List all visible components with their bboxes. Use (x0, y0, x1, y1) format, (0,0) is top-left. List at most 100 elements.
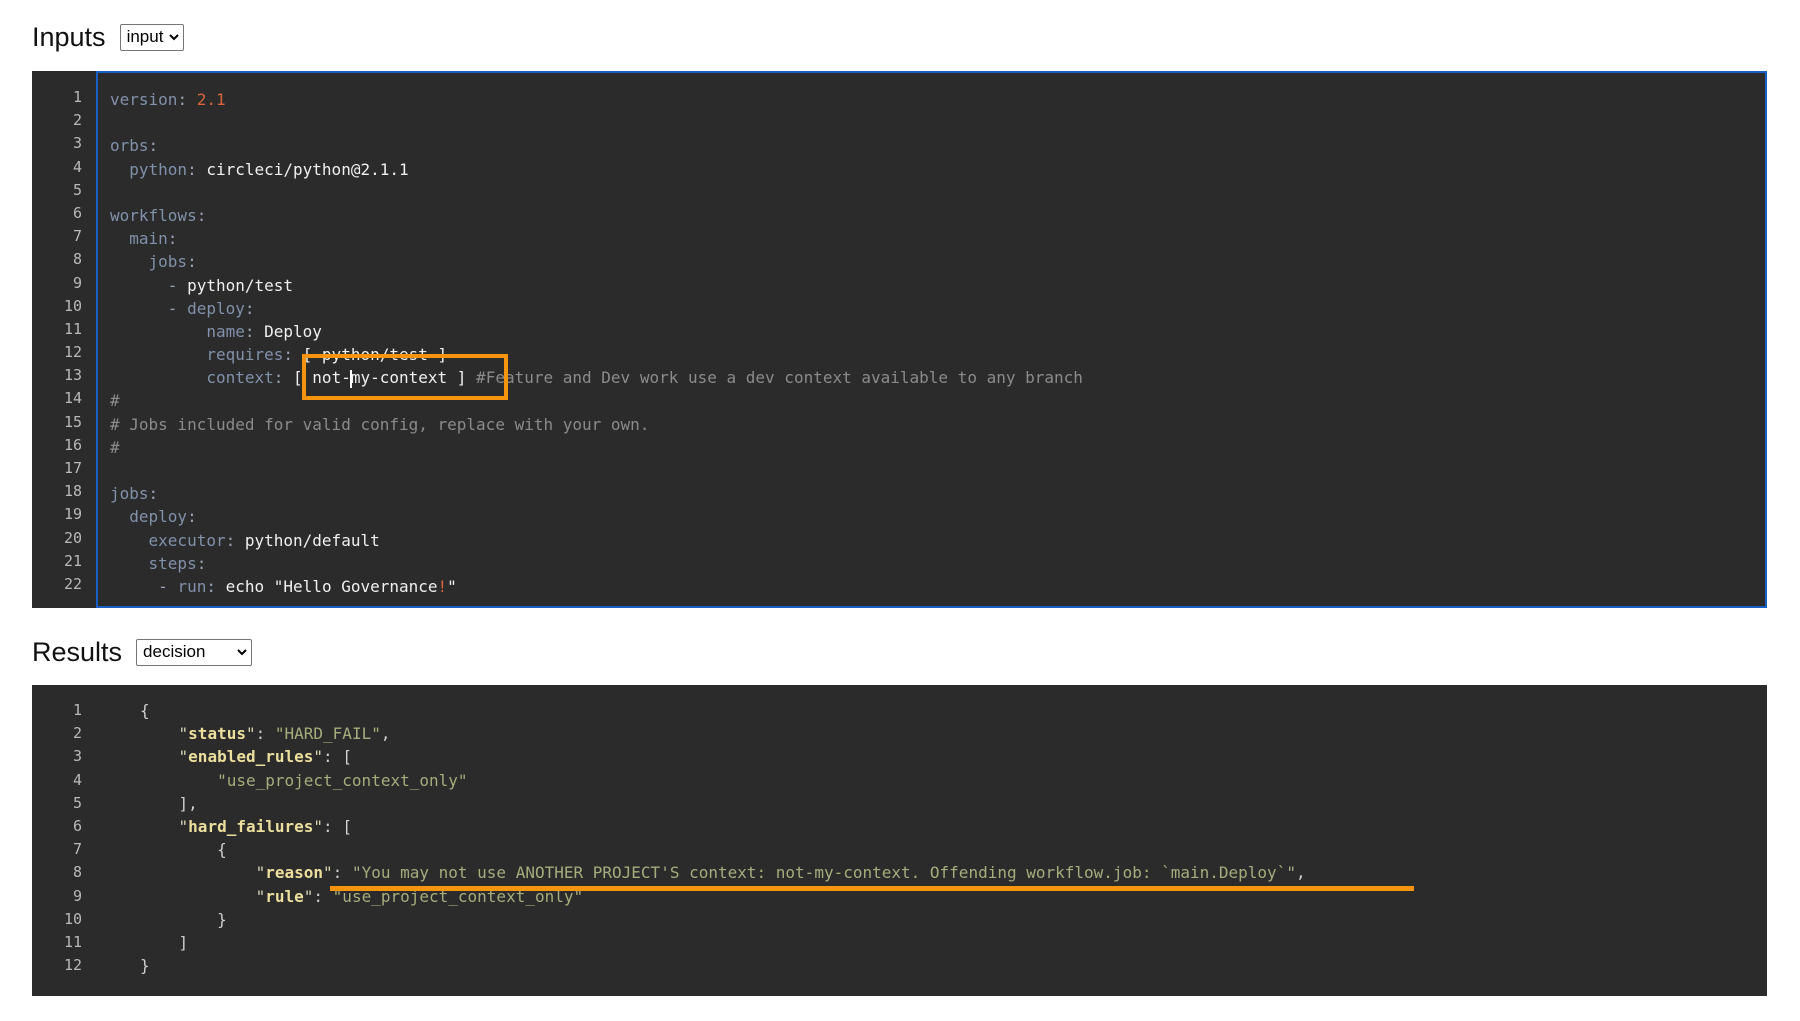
input-code-line[interactable]: name: Deploy (98, 320, 1765, 343)
code-token: executor (110, 530, 226, 550)
code-token: : (244, 298, 255, 318)
line-number: 3 (72, 747, 82, 766)
line-number: 19 (63, 505, 82, 524)
result-code-line[interactable]: { (96, 699, 1767, 722)
input-code-line[interactable]: # (98, 389, 1765, 412)
input-code-line[interactable]: version: 2.1 (98, 88, 1765, 111)
code-token: : (148, 136, 159, 156)
code-token: : (273, 368, 294, 388)
result-code-content[interactable]: { "status": "HARD_FAIL", "enabled_rules"… (96, 685, 1767, 996)
line-number: 22 (63, 574, 82, 593)
input-code-line[interactable]: # Jobs included for valid config, replac… (98, 413, 1765, 436)
input-mode-select[interactable]: input (119, 24, 185, 51)
input-code-line[interactable]: deploy: (98, 505, 1765, 528)
line-number: 12 (63, 956, 82, 975)
result-code-line[interactable]: ], (96, 792, 1767, 815)
line-number: 12 (63, 343, 82, 362)
code-token: - (110, 576, 178, 596)
result-mode-select[interactable]: decision (136, 639, 253, 666)
code-token: " (313, 816, 324, 836)
code-token: { (140, 840, 227, 860)
code-token: - (110, 298, 188, 318)
input-code-line[interactable]: executor: python/default (98, 529, 1765, 552)
code-token: # (110, 437, 120, 457)
result-code-editor[interactable]: 1 2 3 4 5 6 7 8 9 10 11 12 { "status": "HARD_FAIL",… (32, 685, 1767, 996)
code-token: ! (437, 576, 448, 596)
line-number: 3 (72, 134, 82, 153)
code-token: python/default (244, 530, 380, 550)
input-code-line[interactable]: steps: (98, 552, 1765, 575)
line-number: 14 (63, 389, 82, 408)
input-code-line[interactable]: context: [ not-my-context ] #Feature and… (98, 366, 1765, 389)
code-token: status (188, 724, 246, 744)
code-token: , (380, 724, 391, 744)
result-line-numbers: 1 2 3 4 5 6 7 8 9 10 11 12 (32, 685, 96, 996)
code-token: version (110, 90, 178, 109)
code-token: } (140, 909, 227, 929)
code-token: enabled_rules (188, 747, 314, 767)
input-code-line[interactable]: jobs: (98, 482, 1765, 505)
input-code-line[interactable]: workflows: (98, 204, 1765, 227)
line-number: 2 (72, 724, 82, 743)
code-token: " (303, 886, 314, 906)
code-token: steps (110, 553, 197, 573)
result-code-line[interactable]: "hard_failures": [ (96, 815, 1767, 838)
code-token: Deploy (264, 321, 322, 341)
code-token: echo "Hello Governance (225, 576, 438, 596)
code-token: : (255, 724, 275, 744)
result-code-line[interactable]: ] (96, 931, 1767, 954)
line-number: 11 (63, 319, 82, 338)
code-token: workflows (110, 205, 197, 225)
input-code-line[interactable]: requires: [ python/test ] (98, 343, 1765, 366)
input-code-line[interactable] (98, 181, 1765, 204)
code-token: , (1295, 863, 1306, 883)
result-code-line[interactable]: { (96, 838, 1767, 861)
input-code-line[interactable]: python: circleci/python@2.1.1 (98, 158, 1765, 181)
input-code-line[interactable]: - deploy: (98, 297, 1765, 320)
result-code-line[interactable]: } (96, 908, 1767, 931)
result-code-line[interactable]: "rule": "use_project_context_only" (96, 885, 1767, 908)
line-number: 1 (72, 88, 82, 106)
line-number: 15 (63, 412, 82, 431)
input-code-line[interactable] (98, 111, 1765, 134)
code-token: : (313, 886, 333, 906)
input-code-line[interactable]: orbs: (98, 134, 1765, 157)
line-number: 2 (72, 111, 82, 130)
code-token: " (140, 863, 266, 883)
code-token: : (196, 205, 207, 225)
line-number: 6 (72, 203, 82, 222)
input-code-line[interactable]: # (98, 436, 1765, 459)
line-number: 5 (72, 180, 82, 199)
input-code-line[interactable]: jobs: (98, 250, 1765, 273)
input-code-line[interactable]: main: (98, 227, 1765, 250)
result-code-line[interactable]: "reason": "You may not use ANOTHER PROJE… (96, 861, 1767, 884)
input-code-editor[interactable]: 1 2 3 4 5 6 7 8 9 10 11 12 13 14 15 16 17 18 19 20 21 22 vers… (32, 71, 1767, 608)
code-token: " (323, 863, 333, 883)
code-token: context (110, 368, 274, 388)
code-token: " (140, 747, 189, 767)
code-token: rule (265, 886, 304, 906)
code-token: : (225, 530, 245, 550)
code-token: : (196, 553, 207, 573)
line-number: 7 (72, 840, 82, 859)
code-token: python/test (187, 275, 294, 295)
code-token: : (187, 159, 207, 179)
code-token: main (110, 229, 168, 249)
result-code-line[interactable]: "status": "HARD_FAIL", (96, 722, 1767, 745)
input-code-line[interactable]: - run: echo "Hello Governance!" (98, 575, 1765, 598)
code-token: # (110, 391, 120, 411)
input-code-line[interactable]: - python/test (98, 274, 1765, 297)
chevron-down-icon (169, 34, 180, 41)
code-token: run (177, 576, 207, 596)
result-code-line[interactable]: "enabled_rules": [ (96, 745, 1767, 768)
input-code-line[interactable] (98, 459, 1765, 482)
input-code-content[interactable]: version: 2.1 orbs: python: circleci/pytho… (96, 71, 1767, 608)
code-token: : (244, 321, 265, 341)
code-token: " (140, 724, 189, 744)
result-code-line[interactable]: "use_project_context_only" (96, 769, 1767, 792)
line-number: 9 (72, 273, 82, 292)
result-code-line[interactable]: } (96, 954, 1767, 977)
code-token: "use_project_context_only" (140, 770, 468, 790)
code-token: : (332, 863, 352, 883)
line-number: 7 (72, 227, 82, 246)
